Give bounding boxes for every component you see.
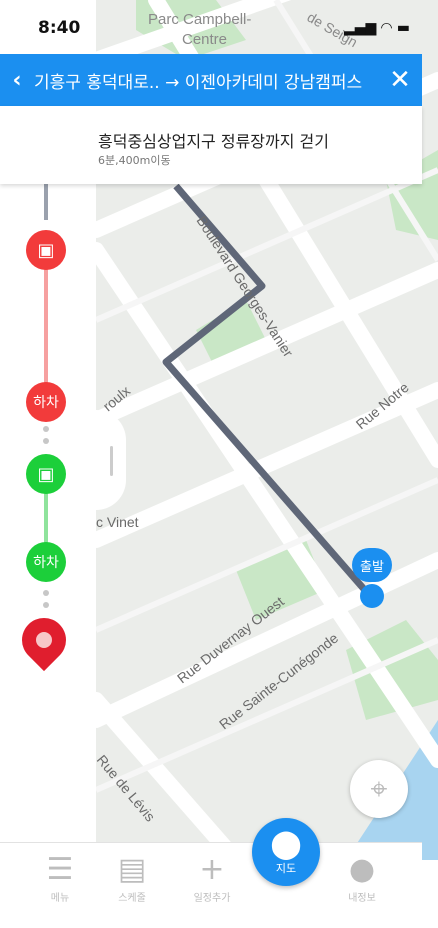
tab-menu-label: 메뉴: [50, 893, 70, 904]
tab-menu[interactable]: ☰ 메뉴: [22, 843, 98, 913]
bus-segment-line-red: [44, 266, 48, 396]
status-icons: ▂▄▆ ◠ ▬: [343, 20, 410, 36]
destination-pin-icon[interactable]: [12, 608, 76, 672]
locate-me-button[interactable]: ⌖: [350, 760, 408, 818]
close-icon[interactable]: ✕: [378, 65, 422, 95]
tab-map-label: 지도: [275, 862, 297, 875]
panel-drag-handle[interactable]: [96, 410, 126, 510]
route-header: ‹ 기흥구 홍덕대로.. → 이젠아카데미 강남캠퍼스 ✕: [0, 54, 422, 106]
alight-node-1[interactable]: 하차: [26, 382, 66, 422]
tab-add-schedule[interactable]: + 일정추가: [174, 843, 250, 913]
current-location-dot: [360, 584, 384, 608]
bottom-tab-bar: ☰ 메뉴 ▤ 스케줄 + 일정추가 ● 내정보: [0, 842, 422, 913]
current-step-card[interactable]: 흥덕중심상업지구 정류장까지 걷기 6분,400m이동: [0, 106, 422, 184]
chevron-left-icon[interactable]: ‹: [0, 68, 34, 93]
bus-segment-line-green: [44, 488, 48, 548]
transfer-dot: [43, 602, 49, 608]
tab-schedule[interactable]: ▤ 스케줄: [94, 843, 170, 913]
step-detail: 6분,400m이동: [98, 154, 171, 167]
tab-my-info[interactable]: ● 내정보: [324, 843, 400, 913]
alight-node-2[interactable]: 하차: [26, 542, 66, 582]
bus-icon-green[interactable]: ▣: [26, 454, 66, 494]
tab-map[interactable]: ⬤ 지도: [252, 818, 320, 886]
status-time: 8:40: [38, 18, 81, 38]
crosshair-icon: ⌖: [370, 771, 388, 807]
menu-icon: ☰: [46, 852, 74, 887]
bus-icon-red[interactable]: ▣: [26, 230, 66, 270]
route-timeline: 🚶 ▣ 하차 ▣ 하차: [0, 106, 96, 860]
transfer-dot: [43, 590, 49, 596]
person-icon: ●: [348, 852, 376, 887]
tab-my-info-label: 내정보: [348, 893, 376, 904]
map-pin-icon: ⬤: [270, 827, 302, 860]
plus-icon: +: [199, 852, 225, 887]
status-bar: 8:40 ▂▄▆ ◠ ▬: [0, 0, 438, 58]
tab-schedule-label: 스케줄: [118, 893, 146, 904]
step-title: 흥덕중심상업지구 정류장까지 걷기: [98, 132, 329, 151]
transfer-dot: [43, 426, 49, 432]
transfer-dot: [43, 438, 49, 444]
route-title: 기흥구 홍덕대로.. → 이젠아카데미 강남캠퍼스: [34, 72, 363, 93]
label-vinet: c Vinet: [96, 514, 139, 530]
app-screen: Parc Campbell- Centre de Seign Boulevard…: [0, 0, 438, 928]
calendar-check-icon: ▤: [117, 852, 147, 887]
start-badge[interactable]: 출발: [352, 548, 392, 582]
tab-add-schedule-label: 일정추가: [193, 893, 231, 904]
handle-bar: [110, 446, 113, 476]
